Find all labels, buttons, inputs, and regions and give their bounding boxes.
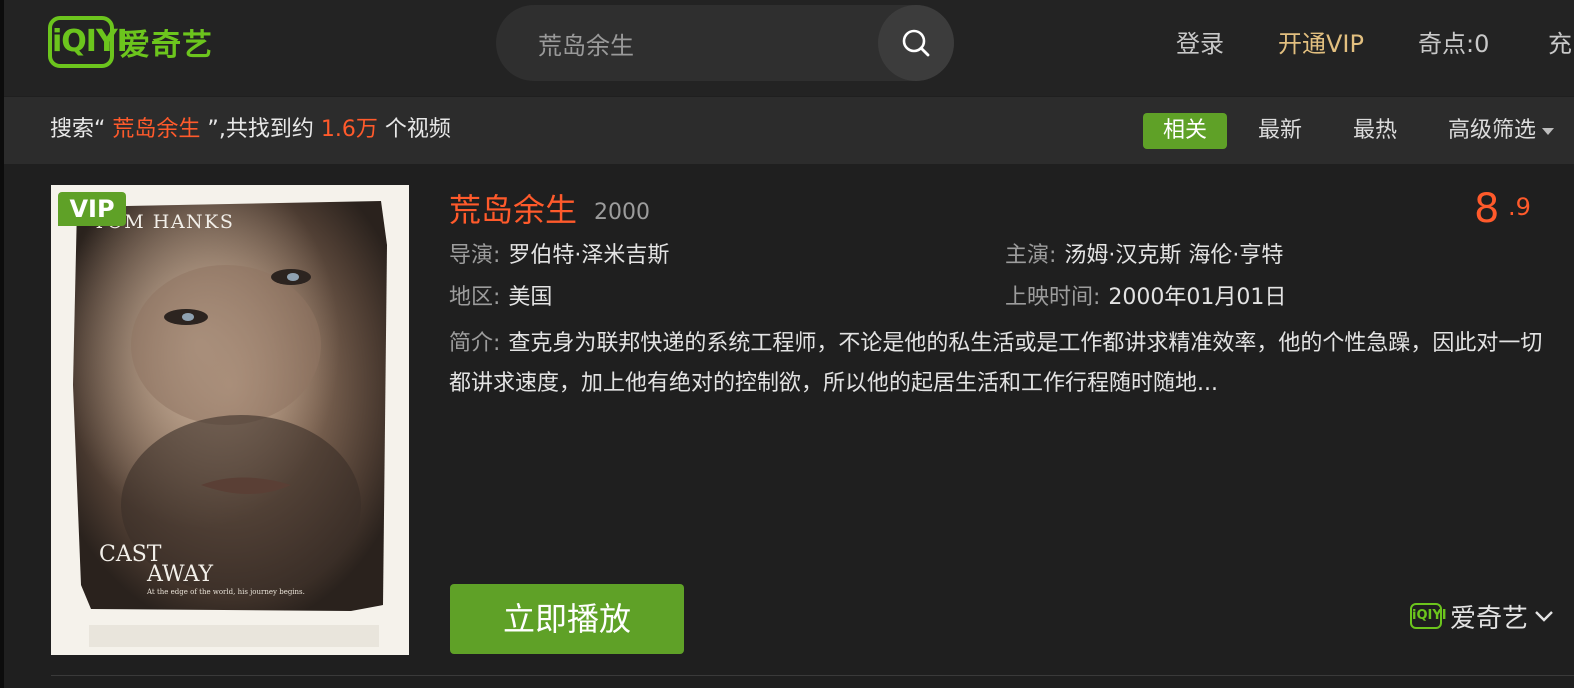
result-divider [51,675,1574,676]
region-label: 地区: [449,285,501,310]
poster-tagline: At the edge of the world, his journey be… [146,588,305,596]
recharge-link[interactable]: 充 [1548,26,1574,62]
advanced-filter-dropdown[interactable]: 高级筛选 [1448,113,1555,149]
region-row: 地区: 美国 [449,282,552,314]
advanced-filter-label: 高级筛选 [1448,118,1537,143]
top-header: iQIYI 爱奇艺 登录 开通VIP 奇点:0 充 [4,0,1574,96]
cast-row: 主演: 汤姆·汉克斯 海伦·亨特 [1005,240,1283,272]
score-decimal: .9 [1508,193,1531,221]
caret-down-icon [1542,127,1555,135]
source-selector[interactable]: iQIYI 爱奇艺 [1410,596,1556,636]
result-title[interactable]: 荒岛余生 [449,190,577,230]
poster-title-line2: AWAY [146,562,214,587]
login-link[interactable]: 登录 [1176,26,1224,62]
open-vip-link[interactable]: 开通VIP [1278,26,1364,62]
source-name: 爱奇艺 [1450,603,1529,634]
summary-middle: ”,共找到约 [207,117,314,142]
release-row: 上映时间: 2000年01月01日 [1005,282,1286,314]
iqiyi-logo-icon: iQIYI [48,16,128,68]
search-box [496,5,954,81]
iqiyi-source-icon: iQIYI [1410,603,1447,629]
cast-label: 主演: [1005,243,1057,268]
search-input[interactable] [538,5,868,81]
summary-prefix: 搜索“ [50,117,106,142]
summary-count: 1.6万 [320,117,378,142]
result-summary: 搜索“ 荒岛余生 ”,共找到约 1.6万 个视频 [50,113,451,147]
play-now-button[interactable]: 立即播放 [450,584,684,654]
poster-image: TOM HANKS CAST AWAY At the edge of the w… [51,185,409,655]
tab-relevant[interactable]: 相关 [1143,113,1228,149]
vip-badge: VIP [58,192,126,226]
iqiyi-logo[interactable]: iQIYI 爱奇艺 [48,14,213,70]
summary-query: 荒岛余生 [112,117,201,142]
description: 简介: 查克身为联邦快递的系统工程师，不论是他的私生活或是工作都讲求精准效率，他的… [449,324,1549,404]
search-icon [902,29,930,57]
score-integer: 8 [1474,186,1500,232]
logo-text: 爱奇艺 [120,28,213,63]
description-text: 查克身为联邦快递的系统工程师，不论是他的私生活或是工作都讲求精准效率，他的个性急… [449,331,1543,396]
director-row: 导演: 罗伯特·泽米吉斯 [449,240,669,272]
summary-suffix: 个视频 [384,117,451,142]
filter-bar: 搜索“ 荒岛余生 ”,共找到约 1.6万 个视频 相关 最新 最热 高级筛选 [4,97,1574,164]
region-value: 美国 [508,285,553,310]
points-link[interactable]: 奇点:0 [1418,26,1489,62]
chevron-down-icon [1535,611,1553,622]
director-label: 导演: [449,243,501,268]
result-year: 2000 [594,200,650,225]
description-label: 简介: [449,331,501,356]
release-value: 2000年01月01日 [1108,285,1287,310]
movie-poster[interactable]: TOM HANKS CAST AWAY At the edge of the w… [51,185,409,655]
search-button[interactable] [878,5,954,81]
release-label: 上映时间: [1005,285,1101,310]
director-value[interactable]: 罗伯特·泽米吉斯 [508,243,669,268]
tab-hottest[interactable]: 最热 [1353,113,1397,149]
cast-value[interactable]: 汤姆·汉克斯 海伦·亨特 [1064,243,1283,268]
tab-newest[interactable]: 最新 [1258,113,1302,149]
